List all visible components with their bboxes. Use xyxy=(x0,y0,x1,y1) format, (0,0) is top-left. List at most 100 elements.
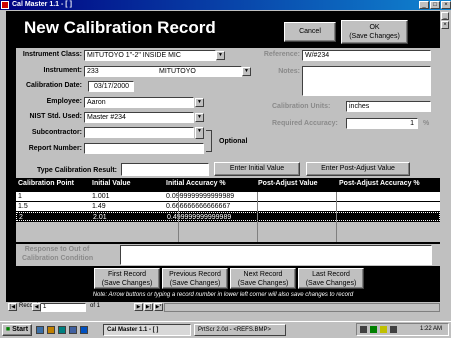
first-record-nav-icon[interactable]: |◀ xyxy=(8,303,17,311)
col-header-post-adjust-accuracy: Post-Adjust Accuracy % xyxy=(339,180,420,187)
cell-initial: 1.49 xyxy=(92,203,106,210)
instrument-field[interactable]: 233 MITUTOYO xyxy=(84,66,242,77)
save-note: Note: Arrow buttons or typing a record n… xyxy=(92,292,354,298)
cell-accuracy: 0.499999999999989 xyxy=(167,214,232,221)
calibration-units-label: Calibration Units: xyxy=(272,103,331,110)
form-left-margin xyxy=(6,11,16,266)
grid-empty-area xyxy=(16,222,440,242)
cell-accuracy: 0.666666666666667 xyxy=(166,203,231,210)
instrument-id: 233 xyxy=(87,68,99,75)
reference-field[interactable]: W/#234 xyxy=(302,50,431,61)
previous-record-sub: (Save Changes) xyxy=(169,280,221,287)
new-record-nav-icon[interactable]: ▶* xyxy=(154,303,163,311)
ok-save-button[interactable]: OK (Save Changes) xyxy=(341,20,408,44)
record-count: of 1 xyxy=(90,303,101,309)
type-result-field[interactable] xyxy=(121,163,209,176)
child-minimize-button[interactable]: _ xyxy=(441,12,449,20)
enter-post-adjust-value-button[interactable]: Enter Post-Adjust Value xyxy=(306,162,410,176)
cell-accuracy: 0.0999999999999989 xyxy=(166,193,235,200)
horizontal-scrollbar[interactable] xyxy=(164,303,440,312)
next-record-button[interactable]: Next Record (Save Changes) xyxy=(230,268,296,289)
previous-record-label: Previous Record xyxy=(169,271,221,278)
windows-flag-icon: ■ xyxy=(5,326,11,333)
quick-launch-ie-icon[interactable] xyxy=(80,326,88,334)
table-row[interactable]: 1.5 1.49 0.666666666666667 xyxy=(16,202,440,211)
previous-record-nav-icon[interactable]: ◀ xyxy=(32,303,41,311)
instrument-class-dropdown-icon[interactable]: ▼ xyxy=(216,51,225,60)
cell-point: 1 xyxy=(18,193,22,200)
nist-std-label: NIST Std. Used: xyxy=(29,113,82,120)
quick-launch-channels-icon[interactable] xyxy=(69,326,77,334)
report-number-label: Report Number: xyxy=(28,145,82,152)
minimize-button[interactable]: _ xyxy=(419,1,429,9)
child-close-button[interactable]: × xyxy=(441,21,449,29)
ok-label: OK xyxy=(369,24,380,31)
reference-label: Reference: xyxy=(263,51,300,58)
next-record-sub: (Save Changes) xyxy=(237,280,289,287)
cell-point: 1.5 xyxy=(18,203,28,210)
first-record-sub: (Save Changes) xyxy=(101,280,153,287)
col-header-initial-accuracy: Initial Accuracy % xyxy=(166,180,226,187)
type-result-label: Type Calibration Result: xyxy=(37,167,117,174)
record-number-field[interactable]: 1 xyxy=(40,303,86,312)
first-record-button[interactable]: First Record (Save Changes) xyxy=(94,268,160,289)
employee-dropdown-icon[interactable]: ▼ xyxy=(195,98,204,107)
start-label: Start xyxy=(12,326,29,333)
tray-icon-3[interactable] xyxy=(380,326,387,333)
next-record-nav-icon[interactable]: ▶ xyxy=(134,303,143,311)
col-header-post-adjust: Post-Adjust Value xyxy=(258,180,318,187)
last-record-sub: (Save Changes) xyxy=(305,280,357,287)
quick-launch-explorer-icon[interactable] xyxy=(36,326,44,334)
subcontractor-dropdown-icon[interactable]: ▼ xyxy=(195,127,204,139)
cell-point: 2 xyxy=(19,214,23,221)
task-cal-master[interactable]: Cal Master 1.1 - [ ] xyxy=(103,324,191,336)
response-label-line1: Response to Out of xyxy=(24,246,90,253)
enter-initial-value-button[interactable]: Enter Initial Value xyxy=(214,162,300,176)
window-title: Cal Master 1.1 - [ ] xyxy=(12,1,72,8)
calibration-units-field[interactable]: inches xyxy=(346,101,431,112)
tray-icon-1[interactable] xyxy=(360,326,367,333)
ok-sub-label: (Save Changes) xyxy=(349,33,400,40)
notes-field[interactable] xyxy=(302,66,431,96)
previous-record-button[interactable]: Previous Record (Save Changes) xyxy=(162,268,228,289)
subcontractor-label: Subcontractor: xyxy=(31,129,82,136)
nist-std-dropdown-icon[interactable]: ▼ xyxy=(195,113,204,122)
table-row-selected[interactable]: 2 2.01 0.499999999999989 xyxy=(16,212,440,221)
window-title-bar: Cal Master 1.1 - [ ] xyxy=(0,0,451,10)
close-window-button[interactable]: × xyxy=(441,1,451,9)
nist-std-field[interactable]: Master #234 xyxy=(84,112,194,123)
tray-icon-2[interactable] xyxy=(370,326,377,333)
required-accuracy-field[interactable]: 1 xyxy=(346,118,418,129)
table-row[interactable]: 1 1.001 0.0999999999999989 xyxy=(16,192,440,201)
quick-launch-desktop-icon[interactable] xyxy=(58,326,66,334)
cell-initial: 2.01 xyxy=(93,214,107,221)
instrument-class-field[interactable]: MITUTOYO 1"-2" INSIDE MIC xyxy=(84,50,216,61)
last-record-button[interactable]: Last Record (Save Changes) xyxy=(298,268,364,289)
page-title: New Calibration Record xyxy=(24,18,216,37)
calibration-date-field[interactable]: 03/17/2000 xyxy=(88,81,134,92)
quick-launch-folder-icon[interactable] xyxy=(47,326,55,334)
maximize-button[interactable]: □ xyxy=(430,1,440,9)
col-header-point: Calibration Point xyxy=(18,180,74,187)
last-record-nav-icon[interactable]: ▶| xyxy=(144,303,153,311)
first-record-label: First Record xyxy=(107,271,147,278)
optional-label: Optional xyxy=(219,138,248,145)
optional-bracket xyxy=(206,130,212,152)
subcontractor-field[interactable] xyxy=(84,127,194,138)
cell-initial: 1.001 xyxy=(92,193,110,200)
response-field[interactable] xyxy=(120,245,432,265)
volume-icon[interactable] xyxy=(390,326,397,333)
cancel-button[interactable]: Cancel xyxy=(284,22,336,42)
employee-field[interactable]: Aaron xyxy=(84,97,194,108)
required-accuracy-label: Required Accuracy: xyxy=(272,120,338,127)
report-number-field[interactable] xyxy=(84,143,204,154)
last-record-label: Last Record xyxy=(312,271,350,278)
grid-divider xyxy=(336,192,337,242)
instrument-dropdown-icon[interactable]: ▼ xyxy=(242,67,251,76)
instrument-maker: MITUTOYO xyxy=(159,68,196,75)
task-prtscr[interactable]: PrtScr 2.0d - <REFS.BMP> xyxy=(194,324,286,336)
app-icon xyxy=(1,1,9,9)
instrument-class-label: Instrument Class: xyxy=(22,51,82,58)
clock: 1:22 AM xyxy=(420,326,443,332)
start-button[interactable]: ■ Start xyxy=(2,324,32,336)
